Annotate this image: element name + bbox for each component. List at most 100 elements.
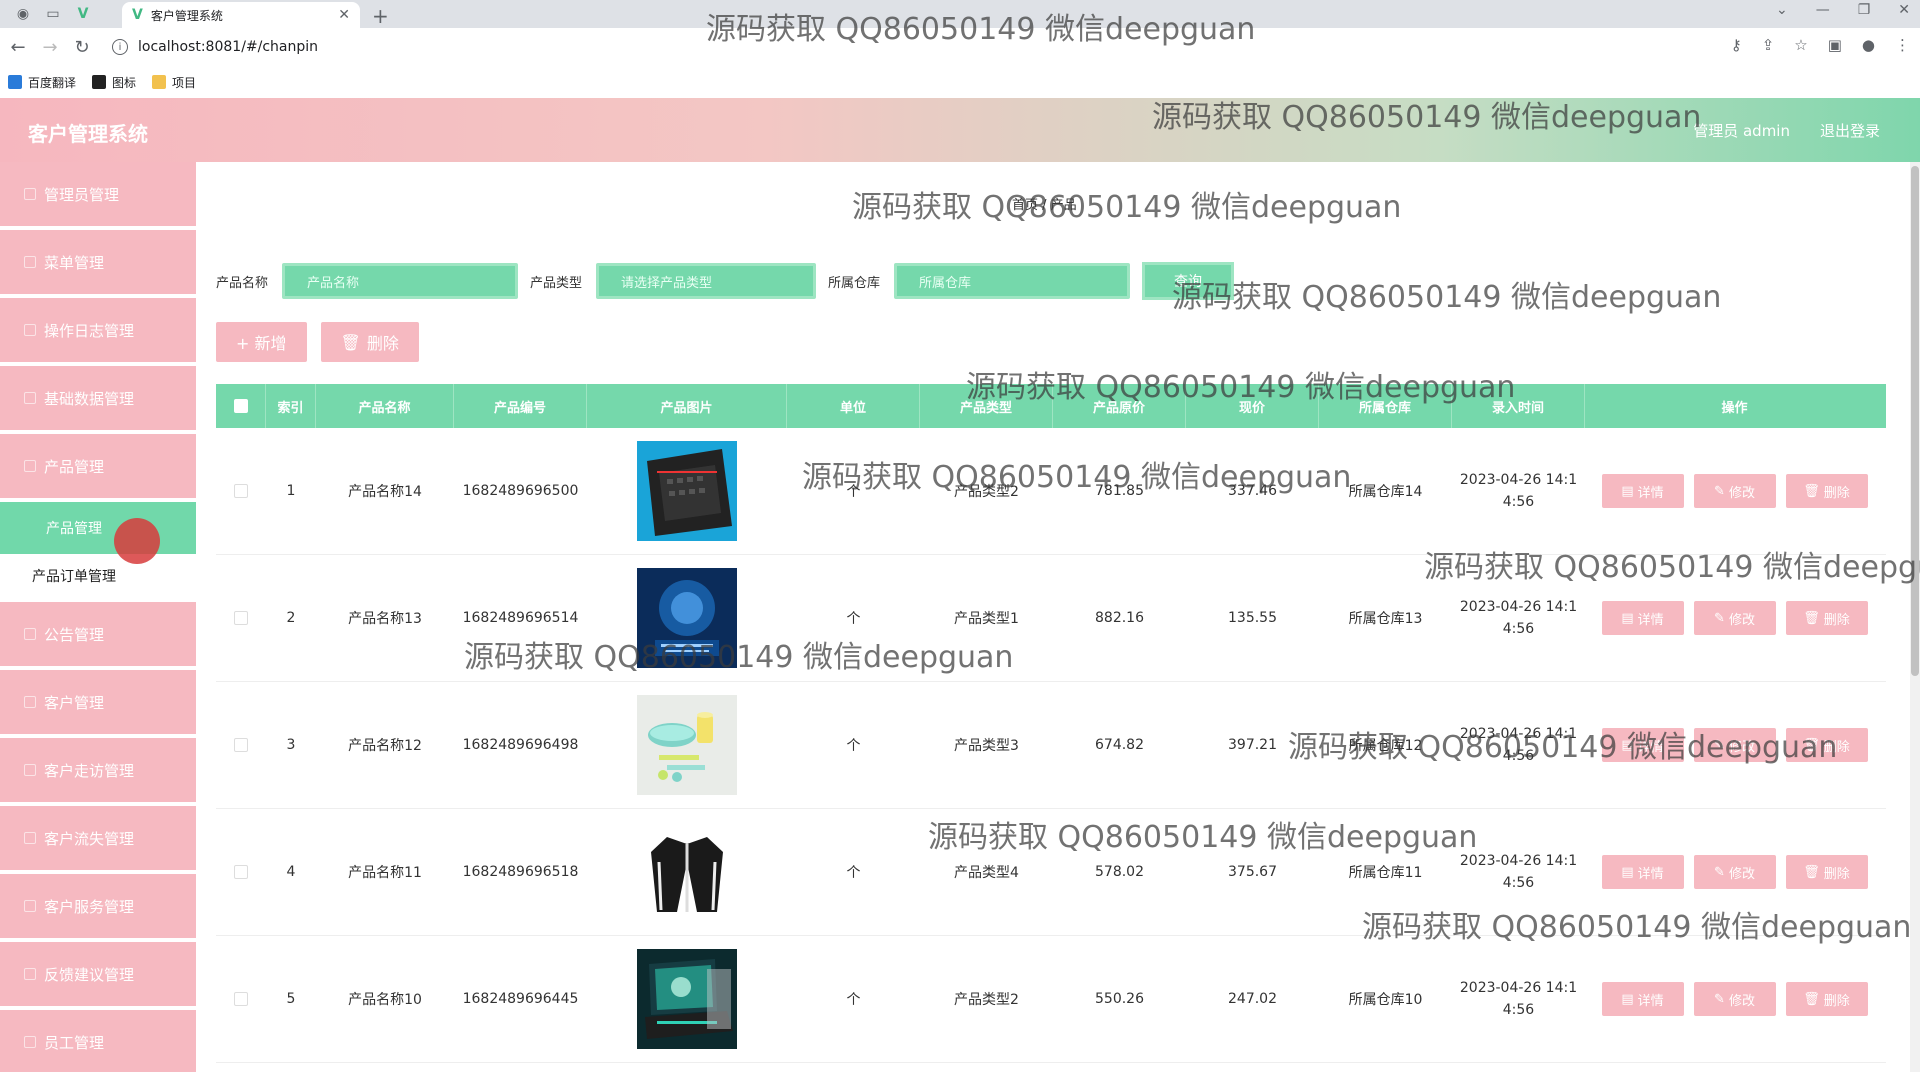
restore-icon[interactable]: ❐	[1858, 2, 1871, 18]
table-row[interactable]: 1 产品名称14 1682489696500 个 产品类型2 781.85 337.46 所属…	[216, 428, 1886, 555]
sidebar-item-log[interactable]: 操作日志管理	[0, 298, 196, 362]
row-checkbox[interactable]	[234, 611, 248, 625]
cell-unit: 个	[846, 865, 861, 881]
sidebar-item-churn[interactable]: 客户流失管理	[0, 806, 196, 870]
table-row[interactable]: 3 产品名称12 1682489696498 个 产品类型3 674.82 397.21 所属…	[216, 682, 1886, 809]
app-header: 客户管理系统 管理员 admin 退出登录	[0, 98, 1920, 162]
star-icon[interactable]: ☆	[1794, 36, 1807, 54]
delete-button[interactable]: 🗑 删除	[1785, 728, 1868, 762]
table-header: 索引 产品名称 产品编号 产品图片 单位 产品类型 产品原价 现价 所属仓库 录…	[216, 384, 1886, 428]
tab-grid-icon[interactable]: ▭	[38, 0, 68, 28]
product-image[interactable]	[637, 949, 737, 1049]
more-icon[interactable]: ⋮	[1895, 36, 1910, 54]
sidebar-item-notice[interactable]: 公告管理	[0, 602, 196, 666]
sidebar-subitem-product[interactable]: 产品管理	[0, 502, 196, 564]
row-checkbox[interactable]	[234, 738, 248, 752]
delete-button[interactable]: 🗑 删除	[1785, 855, 1868, 889]
detail-button[interactable]: ▤ 详情	[1601, 982, 1684, 1016]
pencil-icon: ✎	[1714, 864, 1725, 880]
detail-button[interactable]: ▤ 详情	[1601, 728, 1684, 762]
url-field[interactable]: i localhost:8081/#/chanpin	[112, 39, 318, 55]
col-code: 产品编号	[454, 384, 587, 428]
chevron-down-icon[interactable]: ⌄	[1776, 2, 1788, 18]
product-name-input[interactable]: 产品名称	[282, 263, 519, 299]
bookmark-project[interactable]: 项目	[152, 74, 196, 91]
forward-icon[interactable]: →	[34, 37, 66, 58]
key-icon[interactable]: ⚷	[1731, 36, 1742, 54]
cell-index: 2	[286, 610, 296, 626]
product-image[interactable]	[637, 568, 737, 668]
search-button[interactable]: 查询	[1142, 262, 1235, 300]
bookmark-icons[interactable]: 图标	[92, 74, 136, 91]
detail-button[interactable]: ▤ 详情	[1601, 474, 1684, 508]
add-button[interactable]: + 新增	[216, 322, 307, 362]
close-tab-icon[interactable]: ✕	[338, 7, 350, 23]
row-checkbox[interactable]	[234, 992, 248, 1006]
detail-button[interactable]: ▤ 详情	[1601, 855, 1684, 889]
reload-icon[interactable]: ↻	[66, 37, 98, 58]
vue-tab-icon[interactable]: V	[68, 0, 98, 28]
edit-button[interactable]: ✎ 修改	[1693, 601, 1776, 635]
product-image[interactable]	[637, 822, 737, 922]
share-icon[interactable]: ⇪	[1762, 36, 1775, 54]
sidebar-item-staff[interactable]: 员工管理	[0, 1010, 196, 1072]
edit-button[interactable]: ✎ 修改	[1693, 474, 1776, 508]
edit-button[interactable]: ✎ 修改	[1693, 728, 1776, 762]
table-row[interactable]: 4 产品名称11 1682489696518 个 产品类型4 578.02 375.67 所属…	[216, 809, 1886, 936]
sidebar-item-menu[interactable]: 菜单管理	[0, 230, 196, 294]
row-checkbox[interactable]	[234, 865, 248, 879]
table-row[interactable]: 5 产品名称10 1682489696445 个 产品类型2 550.26 247.02 所属…	[216, 936, 1886, 1063]
table-row[interactable]: 2 产品名称13 1682489696514 个 产品类型1 882.16 135.55 所属…	[216, 555, 1886, 682]
select-all-checkbox[interactable]	[233, 399, 248, 413]
row-checkbox[interactable]	[234, 484, 248, 498]
product-type-select[interactable]: 请选择产品类型	[596, 263, 817, 299]
delete-button[interactable]: 🗑 删除	[1785, 982, 1868, 1016]
sidebar-item-basedata[interactable]: 基础数据管理	[0, 366, 196, 430]
sidebar-item-visit[interactable]: 客户走访管理	[0, 738, 196, 802]
browser-menu-icon[interactable]: ◉	[8, 0, 38, 28]
scrollbar[interactable]	[1910, 162, 1920, 1072]
table-cell: 个	[787, 809, 920, 935]
minimize-icon[interactable]: —	[1816, 2, 1830, 18]
delete-button[interactable]: 🗑 删除	[1785, 474, 1868, 508]
detail-button[interactable]: ▤ 详情	[1601, 601, 1684, 635]
edit-label: 修改	[1728, 993, 1755, 1009]
scrollbar-thumb[interactable]	[1911, 166, 1919, 676]
sidebar-item-admin[interactable]: 管理员管理	[0, 162, 196, 226]
delete-label: 删除	[1823, 739, 1850, 755]
edit-button[interactable]: ✎ 修改	[1693, 855, 1776, 889]
new-tab-icon[interactable]: +	[372, 4, 389, 28]
sidebar-item-customer[interactable]: 客户管理	[0, 670, 196, 734]
product-image[interactable]	[637, 441, 737, 541]
profile-icon[interactable]: ●	[1862, 36, 1875, 54]
trash-icon: 🗑	[340, 332, 361, 352]
cell-code: 1682489696500	[462, 483, 579, 499]
tab-active[interactable]: V 客户管理系统 ✕	[122, 2, 360, 28]
edit-label: 修改	[1728, 739, 1755, 755]
warehouse-input[interactable]: 所属仓库	[894, 263, 1131, 299]
delete-label: 删除	[1823, 993, 1850, 1009]
sidebar-item-service[interactable]: 客户服务管理	[0, 874, 196, 938]
cell-orig-price: 781.85	[1095, 483, 1144, 499]
logout-link[interactable]: 退出登录	[1820, 120, 1880, 141]
doc-icon: ▤	[1621, 483, 1634, 499]
bookmark-translate[interactable]: 百度翻译	[8, 74, 76, 91]
time-line-2: 4:56	[1502, 494, 1535, 510]
edit-button[interactable]: ✎ 修改	[1693, 982, 1776, 1016]
info-icon[interactable]: i	[112, 39, 128, 55]
sidebar-item-feedback[interactable]: 反馈建议管理	[0, 942, 196, 1006]
sidepanel-icon[interactable]: ▣	[1828, 36, 1842, 54]
sidebar-item-label: 客户走访管理	[44, 761, 135, 780]
delete-button[interactable]: 🗑 删除	[1785, 601, 1868, 635]
product-image[interactable]	[637, 695, 737, 795]
sidebar-item-product[interactable]: 产品管理	[0, 434, 196, 498]
batch-delete-button[interactable]: 🗑 删除	[320, 322, 419, 362]
close-window-icon[interactable]: ✕	[1898, 2, 1910, 18]
menu-icon	[24, 324, 36, 336]
back-icon[interactable]: ←	[2, 37, 34, 58]
sidebar-subitem-product-order[interactable]: 产品订单管理	[0, 554, 196, 598]
detail-label: 详情	[1637, 993, 1664, 1009]
edit-label: 修改	[1728, 485, 1755, 501]
cell-type: 产品类型2	[954, 484, 1019, 500]
table-cell: 2023-04-26 14:1 4:56	[1452, 809, 1585, 935]
